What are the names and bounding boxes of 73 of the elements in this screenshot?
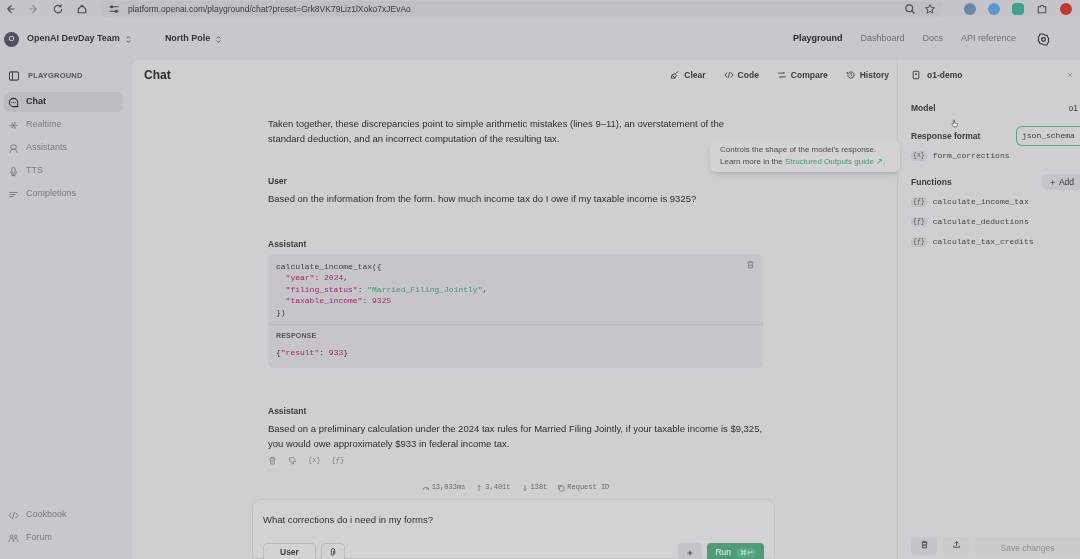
nav-link[interactable]: Playground [792,32,843,46]
people-icon [8,532,19,544]
project-selector[interactable]: North Pole [164,32,224,46]
bookmark-star-icon[interactable] [924,3,936,15]
cursor-icon [950,118,959,129]
sidebar-item[interactable]: Chat [4,92,123,112]
arrow-up-icon [475,483,484,492]
profile-avatar[interactable] [1060,3,1072,15]
code-line: "taxable_income": 9325 [284,295,392,307]
message-role: User [268,175,288,188]
history-icon [845,70,856,80]
puzzle-icon[interactable] [1036,3,1048,15]
schema-name[interactable]: form_corrections [932,150,1010,162]
page-title: Chat [144,67,171,84]
message-role: Assistant [268,237,308,251]
paperclip-icon [328,548,338,558]
reload-icon[interactable] [52,3,64,15]
toolbar-button[interactable]: History [845,68,889,82]
field-label: Model [911,101,936,115]
code-icon [723,70,734,80]
toolbar-button[interactable]: Compare [776,68,828,82]
arrow-down-icon [520,483,529,492]
field-label: Functions [911,175,952,189]
robot-icon [8,142,19,154]
model-value[interactable]: o1 [1068,101,1080,115]
settings-icon[interactable] [1037,32,1050,46]
arrows-icon [776,70,787,80]
role-button[interactable]: User [263,543,316,559]
code-line: }) [276,306,286,318]
code-line: calculate_income_tax({ [276,260,382,272]
preset-name: o1-demo [927,68,963,82]
message-text: Based on the information from the form. how much income tax do I owe if my taxable income is 9325? [268,191,698,206]
site-settings-icon[interactable] [108,3,120,15]
message-text: Based on a preliminary calculation under the 2024 tax rules for Married Filing Jointly, if your taxable income is $9,325, you would owe approximately $933 in federal income tax. [268,421,763,451]
toolbar-button[interactable]: Clear [670,68,706,82]
plus-icon [1048,178,1056,186]
code-line: "year": 2024, [284,272,349,284]
back-icon[interactable] [4,3,16,15]
field-label: Response format [911,129,981,143]
format-select[interactable]: json_schema [1016,126,1080,146]
delete-button[interactable] [911,537,937,555]
microphone-icon [8,165,19,177]
trash-icon [919,540,929,549]
thumbs-down-icon[interactable] [288,455,297,465]
chat-bubble-icon [8,96,19,108]
add-function-button[interactable]: Add [1040,174,1080,190]
code-icon [8,509,19,521]
share-icon [951,540,961,549]
toolbar-button[interactable]: Code [723,68,759,82]
document-icon [911,70,921,80]
home-icon[interactable] [76,3,88,15]
attach-button[interactable] [320,543,345,559]
function-name[interactable]: calculate_deductions [932,216,1029,228]
code-line: {"result": 933} [276,346,349,358]
plus-icon [686,548,695,557]
broom-icon [670,70,681,80]
address-bar[interactable]: platform.openai.com/playground/chat?preset=Grk8VK79Liz1lXoko7xJEvAo [100,1,944,17]
sidebar-toggle-icon[interactable] [8,70,20,82]
message-role: Assistant [268,405,308,418]
copy-icon [557,483,566,492]
add-message-button[interactable] [678,543,703,559]
function-name[interactable]: calculate_tax_credits [932,236,1034,248]
project-name: North Pole [164,32,211,46]
extension-icon[interactable] [964,3,976,15]
waveform-icon [8,119,19,131]
message-text: Taken together, these discrepancies point to simple arithmetic mistakes (lines 9–11), an overstatement of the standard deduction, and an incorrect computation of the resulting tax. [268,117,726,146]
function-name[interactable]: calculate_income_tax [932,196,1029,208]
share-button[interactable] [943,537,969,555]
tooltip-text: Controls the shape of the model's response. Learn more in the Structured Outputs guide ↗. [720,144,887,168]
zoom-icon[interactable] [904,3,916,15]
message-input[interactable]: What corrections do i need in my forms? [263,513,764,528]
code-line: "filing_status": "Married_Filing_Jointly", [284,283,488,295]
url-text: platform.openai.com/playground/chat?preset=Grk8VK79Liz1lXoko7xJEvAo [128,2,411,16]
